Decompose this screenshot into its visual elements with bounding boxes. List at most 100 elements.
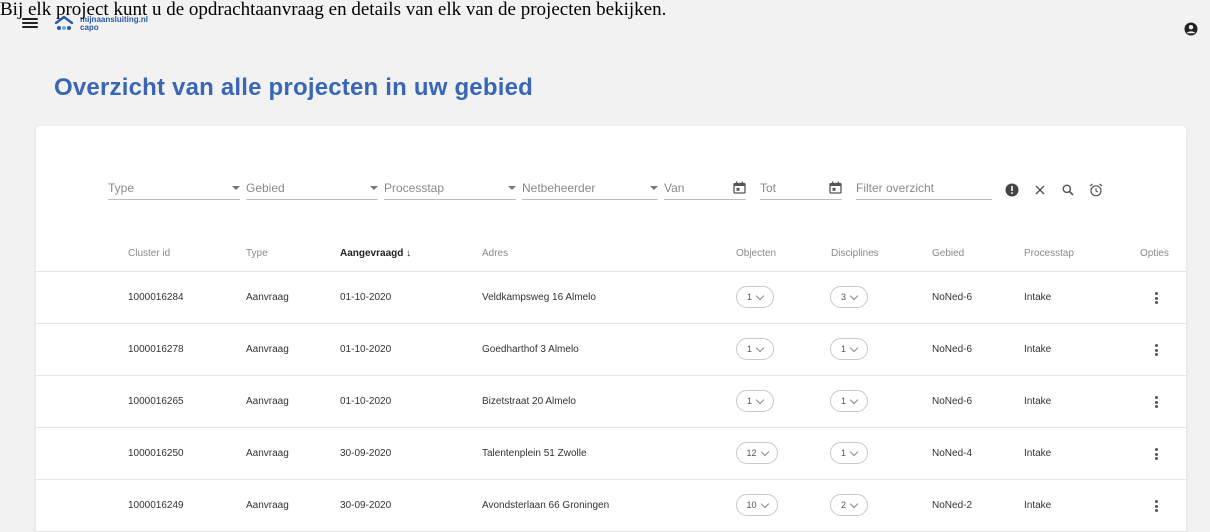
chevron-down-icon (508, 186, 516, 190)
chevron-down-icon (849, 447, 859, 456)
more-vertical-icon[interactable] (1154, 292, 1158, 304)
disciplines-dropdown[interactable]: 1 (830, 390, 868, 412)
more-vertical-icon[interactable] (1154, 396, 1158, 408)
table-row[interactable]: 1000016249 Aanvraag 30-09-2020 Avondsterlaa… (36, 480, 1186, 532)
type-filter-select[interactable]: Type (108, 180, 240, 200)
cell-gebied: NoNed-6 (932, 396, 973, 407)
cell-cluster-id: 1000016265 (128, 396, 184, 407)
caption-text: Bij elk project kunt u de opdrachtaanvra… (0, 0, 667, 20)
filter-overzicht-input[interactable]: Filter overzicht (856, 180, 992, 200)
cell-gebied: NoNed-2 (932, 500, 973, 511)
column-header-aangevraagd[interactable]: Aangevraagd ↓ (340, 248, 411, 259)
type-filter-label: Type (108, 181, 135, 195)
objecten-count: 10 (746, 500, 757, 510)
chevron-down-icon (755, 395, 765, 404)
cell-cluster-id: 1000016278 (128, 344, 184, 355)
disciplines-dropdown[interactable]: 3 (830, 286, 868, 308)
disciplines-count: 2 (840, 500, 846, 510)
more-vertical-icon[interactable] (1154, 500, 1158, 512)
cell-aangevraagd: 01-10-2020 (340, 292, 392, 303)
cell-processtap: Intake (1024, 448, 1052, 459)
cell-cluster-id: 1000016249 (128, 500, 184, 511)
table-row[interactable]: 1000016250 Aanvraag 30-09-2020 Talentenplei… (36, 428, 1186, 480)
column-header-adres[interactable]: Adres (482, 248, 508, 259)
processtap-filter-label: Processtap (384, 181, 445, 195)
objecten-dropdown[interactable]: 1 (736, 338, 774, 360)
column-header-objecten[interactable]: Objecten (736, 248, 776, 259)
projects-card: Type Gebied Processtap Netbeheerder Van (36, 126, 1186, 532)
cell-adres: Talentenplein 51 Zwolle (482, 448, 587, 459)
objecten-count: 1 (746, 292, 752, 302)
netbeheerder-filter-select[interactable]: Netbeheerder (522, 180, 658, 200)
disciplines-dropdown[interactable]: 2 (830, 494, 868, 516)
cell-adres: Veldkampsweg 16 Almelo (482, 292, 596, 303)
disciplines-dropdown[interactable]: 1 (830, 338, 868, 360)
chevron-down-icon (849, 499, 859, 508)
tot-date-label: Tot (760, 181, 777, 195)
disciplines-count: 1 (840, 396, 846, 406)
close-icon[interactable] (1033, 183, 1047, 197)
cell-adres: Goedharthof 3 Almelo (482, 344, 579, 355)
objecten-dropdown[interactable]: 1 (736, 390, 774, 412)
info-icon[interactable] (1005, 183, 1019, 197)
gebied-filter-label: Gebied (246, 181, 285, 195)
table-row[interactable]: 1000016284 Aanvraag 01-10-2020 Veldkampsweg… (36, 272, 1186, 324)
objecten-dropdown[interactable]: 10 (736, 494, 778, 516)
cell-gebied: NoNed-4 (932, 448, 973, 459)
cell-type: Aanvraag (246, 344, 289, 355)
chevron-down-icon (849, 395, 859, 404)
app-shell: mijnaansluiting.nl capo Overzicht van al… (0, 0, 1210, 532)
objecten-count: 1 (746, 396, 752, 406)
netbeheerder-filter-label: Netbeheerder (522, 181, 596, 195)
table-header: Cluster id Type Aangevraagd ↓ Adres Obje… (36, 238, 1186, 272)
chevron-down-icon (760, 499, 769, 508)
chevron-down-icon (849, 291, 859, 300)
chevron-down-icon (755, 343, 765, 352)
page-title: Overzicht van alle projecten in uw gebie… (54, 74, 533, 101)
cell-aangevraagd: 30-09-2020 (340, 448, 392, 459)
disciplines-count: 1 (840, 448, 846, 458)
column-header-type[interactable]: Type (246, 248, 268, 259)
chevron-down-icon (232, 186, 240, 190)
table-row[interactable]: 1000016265 Aanvraag 01-10-2020 Bizetstraat … (36, 376, 1186, 428)
column-header-cluster-id[interactable]: Cluster id (128, 248, 170, 259)
objecten-count: 1 (746, 344, 752, 354)
disciplines-dropdown[interactable]: 1 (830, 442, 868, 464)
cell-gebied: NoNed-6 (932, 292, 973, 303)
column-header-processtap[interactable]: Processtap (1024, 248, 1074, 259)
cell-cluster-id: 1000016250 (128, 448, 184, 459)
cell-processtap: Intake (1024, 396, 1052, 407)
cell-adres: Bizetstraat 20 Almelo (482, 396, 576, 407)
alarm-clock-icon[interactable] (1089, 183, 1103, 197)
cell-aangevraagd: 01-10-2020 (340, 396, 392, 407)
cell-type: Aanvraag (246, 448, 289, 459)
van-date-label: Van (664, 181, 685, 195)
objecten-dropdown[interactable]: 12 (736, 442, 778, 464)
user-circle-icon[interactable] (1184, 22, 1198, 36)
calendar-icon[interactable] (829, 181, 842, 194)
cell-aangevraagd: 30-09-2020 (340, 500, 392, 511)
more-vertical-icon[interactable] (1154, 448, 1158, 460)
tot-date-field[interactable]: Tot (760, 180, 842, 200)
search-icon[interactable] (1061, 183, 1075, 197)
chevron-down-icon (849, 343, 859, 352)
calendar-icon[interactable] (733, 181, 746, 194)
objecten-dropdown[interactable]: 1 (736, 286, 774, 308)
processtap-filter-select[interactable]: Processtap (384, 180, 516, 200)
van-date-field[interactable]: Van (664, 180, 746, 200)
disciplines-count: 1 (840, 344, 846, 354)
cell-type: Aanvraag (246, 396, 289, 407)
chevron-down-icon (650, 186, 658, 190)
gebied-filter-select[interactable]: Gebied (246, 180, 378, 200)
column-header-gebied[interactable]: Gebied (932, 248, 964, 259)
table-row[interactable]: 1000016278 Aanvraag 01-10-2020 Goedharthof … (36, 324, 1186, 376)
chevron-down-icon (370, 186, 378, 190)
cell-processtap: Intake (1024, 344, 1052, 355)
disciplines-count: 3 (840, 292, 846, 302)
objecten-count: 12 (746, 448, 757, 458)
filter-overzicht-placeholder: Filter overzicht (856, 181, 935, 195)
cell-gebied: NoNed-6 (932, 344, 973, 355)
column-header-disciplines[interactable]: Disciplines (831, 248, 879, 259)
chevron-down-icon (755, 291, 765, 300)
more-vertical-icon[interactable] (1154, 344, 1158, 356)
